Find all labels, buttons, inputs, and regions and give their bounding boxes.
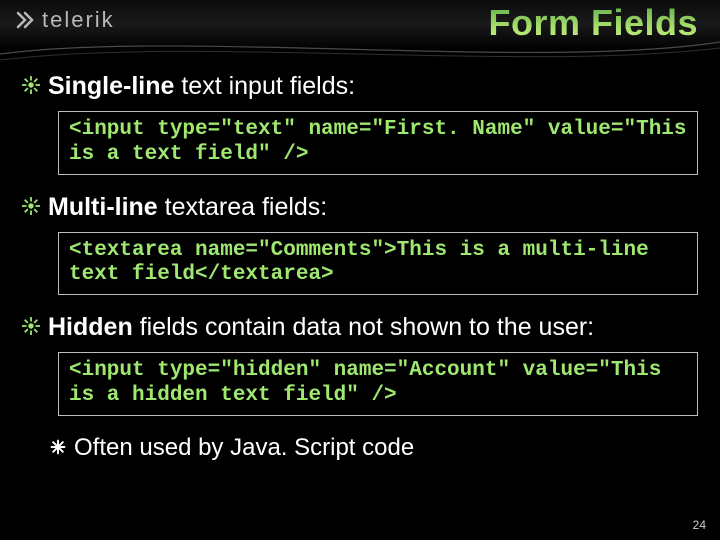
bullet-item: Hidden fields contain data not shown to … <box>22 313 698 342</box>
bullet-lead: Hidden <box>48 313 133 341</box>
slide-title: Form Fields <box>488 2 698 44</box>
bullet-text: Hidden fields contain data not shown to … <box>48 313 594 342</box>
sub-bullet-item: Often used by Java. Script code <box>50 434 698 462</box>
bullet-rest: textarea fields: <box>158 193 328 221</box>
slide-header: telerik Form Fields <box>0 0 720 52</box>
brand-text: telerik <box>42 7 115 33</box>
bullet-lead: Single-line <box>48 72 174 100</box>
bullet-lead: Multi-line <box>48 193 158 221</box>
starburst-icon <box>22 317 40 335</box>
code-block: <textarea name="Comments">This is a mult… <box>58 232 698 296</box>
code-block: <input type="hidden" name="Account" valu… <box>58 352 698 416</box>
bullet-item: Single-line text input fields: <box>22 72 698 101</box>
page-number: 24 <box>693 518 706 532</box>
bullet-item: Multi-line textarea fields: <box>22 193 698 222</box>
slide-content: Single-line text input fields: <input ty… <box>0 52 720 462</box>
bullet-text: Single-line text input fields: <box>48 72 355 101</box>
starburst-icon <box>22 76 40 94</box>
bullet-rest: fields contain data not shown to the use… <box>133 313 594 341</box>
brand-mark-icon <box>14 9 36 31</box>
code-block: <input type="text" name="First. Name" va… <box>58 111 698 175</box>
sub-bullet-text: Often used by Java. Script code <box>74 434 414 462</box>
brand-logo: telerik <box>14 7 115 33</box>
bullet-text: Multi-line textarea fields: <box>48 193 327 222</box>
bullet-rest: text input fields: <box>174 72 355 100</box>
asterisk-icon <box>50 439 66 455</box>
starburst-icon <box>22 197 40 215</box>
